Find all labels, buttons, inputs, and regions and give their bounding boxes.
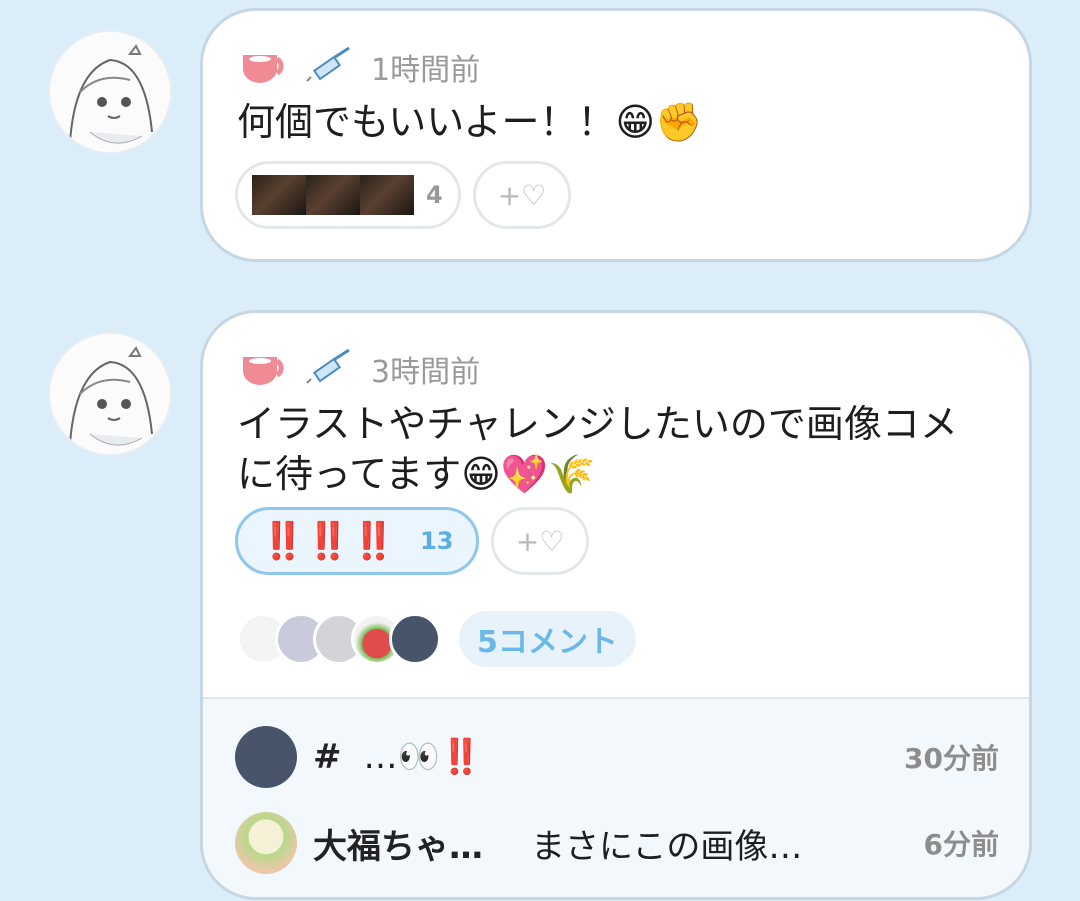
- commenter-avatar: [389, 613, 441, 665]
- post-meta: 3時間前: [239, 347, 480, 391]
- post-time: 1時間前: [371, 53, 481, 88]
- post-card[interactable]: 1時間前 何個でもいいよー！！😁✊ 4 +♡: [200, 8, 1032, 262]
- image-reaction-button[interactable]: 4: [235, 161, 461, 229]
- syringe-icon: [306, 46, 350, 82]
- reaction-count: 13: [420, 527, 454, 555]
- anime-girl-avatar-icon: [50, 334, 170, 454]
- syringe-icon: [306, 348, 350, 384]
- comment-row[interactable]: # …👀‼️ 30分前: [235, 725, 999, 789]
- commenter-name: 大福ちゃ…: [313, 826, 483, 867]
- add-reaction-button[interactable]: +♡: [491, 507, 589, 575]
- anime-girl-avatar-icon: [50, 32, 170, 152]
- add-reaction-button[interactable]: +♡: [473, 161, 571, 229]
- commenter-avatars[interactable]: 5コメント: [237, 611, 636, 667]
- post-time: 3時間前: [371, 355, 481, 390]
- comment-text: …👀‼️: [363, 737, 483, 777]
- comment-time: 30分前: [904, 742, 999, 775]
- commenter-avatar[interactable]: [235, 812, 297, 874]
- comment-count-link[interactable]: 5コメント: [459, 611, 636, 667]
- commenter-name: #: [313, 737, 342, 777]
- comment-list: # …👀‼️ 30分前 大福ちゃ… まさにこの画像… 6分前: [203, 697, 1029, 897]
- comment-text: まさにこの画像…: [531, 826, 803, 867]
- emoji-reaction-button[interactable]: ‼️ ‼️ ‼️ 13: [235, 507, 479, 575]
- post-text: 何個でもいいよー！！😁✊: [237, 100, 703, 144]
- commenter-avatar[interactable]: [235, 726, 297, 788]
- post-meta: 1時間前: [239, 45, 480, 89]
- reaction-count: 4: [426, 181, 443, 209]
- thumbnail-image: [252, 175, 306, 215]
- comment-time: 6分前: [923, 828, 999, 861]
- cup-icon: [243, 357, 284, 385]
- post-text: イラストやチャレンジしたいので画像コメ に待ってます😁💖🌾: [237, 402, 958, 496]
- comment-row[interactable]: 大福ちゃ… まさにこの画像… 6分前: [235, 811, 999, 875]
- reaction-thumbnails: [252, 175, 414, 215]
- avatar[interactable]: [48, 30, 172, 154]
- thumbnail-image: [360, 175, 414, 215]
- post-card[interactable]: 3時間前 イラストやチャレンジしたいので画像コメ に待ってます😁💖🌾 ‼️ ‼️…: [200, 310, 1032, 900]
- avatar[interactable]: [48, 332, 172, 456]
- cup-icon: [243, 55, 284, 83]
- thumbnail-image: [306, 175, 360, 215]
- double-exclamation-icon: ‼️ ‼️ ‼️: [260, 521, 397, 562]
